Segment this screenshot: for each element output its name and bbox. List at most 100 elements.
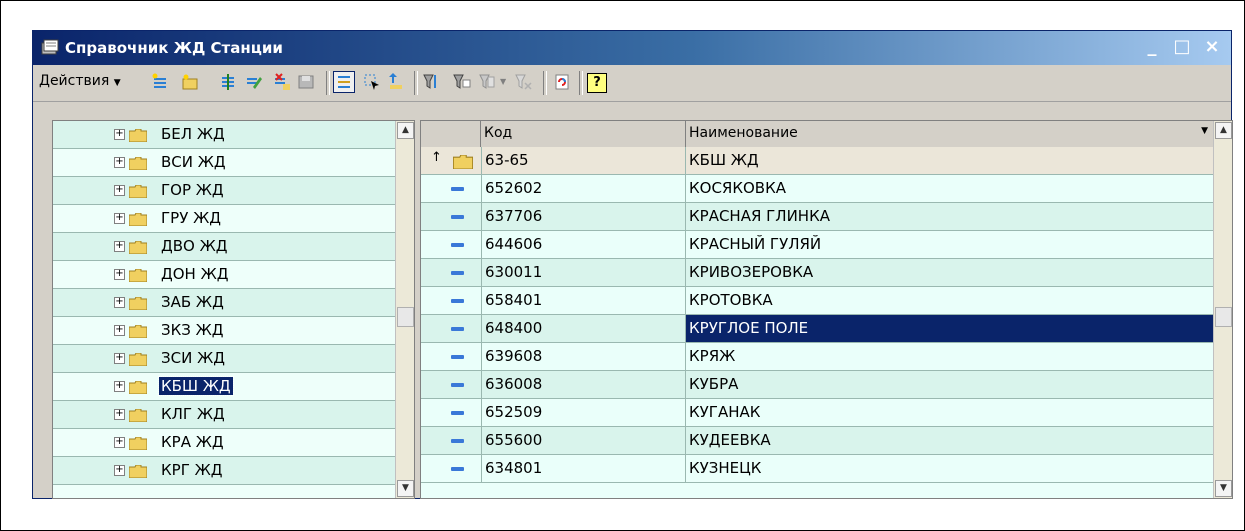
element-icon — [451, 467, 464, 471]
filter-history-button[interactable] — [477, 71, 499, 93]
table-row[interactable]: 644606 КРАСНЫЙ ГУЛЯЙ — [421, 231, 1216, 259]
row-icon-cell — [421, 203, 481, 230]
name-cell: КБШ ЖД — [689, 151, 759, 169]
scroll-down-button[interactable]: ▼ — [1215, 480, 1232, 497]
tree-item[interactable]: + КБШ ЖД — [53, 373, 395, 401]
tree-item-label: КРА ЖД — [161, 433, 224, 451]
name-cell: КУБРА — [689, 375, 739, 393]
scroll-up-button[interactable]: ▲ — [1215, 122, 1232, 139]
expand-icon[interactable]: + — [114, 185, 125, 196]
icon-column-header[interactable] — [421, 121, 481, 147]
tree-item[interactable]: + ДВО ЖД — [53, 233, 395, 261]
chevron-down-icon: ▼ — [500, 77, 507, 86]
row-icon-cell — [421, 371, 481, 398]
title-bar[interactable]: Справочник ЖД Станции _ □ × — [33, 31, 1231, 65]
code-column-header[interactable]: Код — [481, 121, 686, 147]
element-icon — [451, 187, 464, 191]
tree-item-label: ГОР ЖД — [161, 181, 224, 199]
post-button[interactable] — [295, 71, 317, 93]
expand-icon[interactable]: + — [114, 241, 125, 252]
toolbar-separator — [414, 71, 418, 95]
mark-delete-button[interactable] — [271, 71, 293, 93]
sort-down-icon: ▼ — [1201, 126, 1208, 136]
actions-label: Действия — [39, 73, 110, 89]
expand-icon[interactable]: + — [114, 381, 125, 392]
level-up-icon — [389, 73, 402, 89]
folder-icon — [129, 129, 147, 142]
tree-item[interactable]: + ВСИ ЖД — [53, 149, 395, 177]
tree-item[interactable]: + ЗАБ ЖД — [53, 289, 395, 317]
row-icon-cell — [421, 315, 481, 342]
add-element-icon — [152, 73, 166, 88]
table-row[interactable]: 652509 КУГАНАК — [421, 399, 1216, 427]
table-row[interactable]: 634801 КУЗНЕЦК — [421, 455, 1216, 483]
element-icon — [451, 327, 464, 331]
add-group-button[interactable] — [179, 71, 201, 93]
clear-filter-button[interactable] — [513, 71, 535, 93]
refresh-button[interactable] — [551, 71, 573, 93]
element-icon — [451, 243, 464, 247]
filter-value-icon — [453, 74, 471, 89]
table-row[interactable]: 637706 КРАСНАЯ ГЛИНКА — [421, 203, 1216, 231]
tree-item[interactable]: + ЗКЗ ЖД — [53, 317, 395, 345]
expand-icon[interactable]: + — [114, 437, 125, 448]
minimize-button[interactable]: _ — [1143, 36, 1161, 57]
maximize-button[interactable]: □ — [1173, 36, 1191, 57]
hierarchy-icon — [338, 76, 350, 88]
folder-icon — [129, 297, 147, 310]
table-scrollbar[interactable]: ▲ ▼ — [1213, 121, 1232, 498]
table-row[interactable]: 658401 КРОТОВКА — [421, 287, 1216, 315]
select-button[interactable] — [361, 71, 383, 93]
code-cell: 655600 — [481, 427, 686, 454]
scroll-up-button[interactable]: ▲ — [397, 122, 414, 139]
folder-icon — [129, 325, 147, 338]
close-button[interactable]: × — [1203, 36, 1221, 57]
scroll-down-button[interactable]: ▼ — [397, 480, 414, 497]
expand-icon[interactable]: + — [114, 129, 125, 140]
expand-icon[interactable]: + — [114, 465, 125, 476]
copy-element-icon — [222, 74, 234, 90]
code-cell: 639608 — [481, 343, 686, 370]
table-row[interactable]: 648400 КРУГЛОЕ ПОЛЕ — [421, 315, 1216, 343]
code-cell: 634801 — [481, 455, 686, 482]
table-row[interactable]: 655600 КУДЕЕВКА — [421, 427, 1216, 455]
edit-button[interactable] — [243, 71, 265, 93]
name-column-header[interactable]: Наименование ▼ — [686, 121, 1216, 147]
tree-item[interactable]: + КЛГ ЖД — [53, 401, 395, 429]
row-icon-cell — [421, 231, 481, 258]
parent-group-row[interactable]: ↑ 63-65 КБШ ЖД — [421, 147, 1216, 175]
tree-item[interactable]: + БЕЛ ЖД — [53, 121, 395, 149]
table-row[interactable]: 636008 КУБРА — [421, 371, 1216, 399]
table-row[interactable]: 652602 КОСЯКОВКА — [421, 175, 1216, 203]
window-title: Справочник ЖД Станции — [65, 39, 283, 57]
add-element-button[interactable] — [149, 71, 171, 93]
edit-icon — [247, 77, 262, 89]
scroll-thumb[interactable] — [1215, 307, 1232, 327]
hierarchy-button[interactable] — [333, 71, 355, 93]
table-row[interactable]: 639608 КРЯЖ — [421, 343, 1216, 371]
expand-icon[interactable]: + — [114, 353, 125, 364]
tree-item[interactable]: + ГРУ ЖД — [53, 205, 395, 233]
help-button[interactable]: ? — [587, 73, 607, 93]
expand-icon[interactable]: + — [114, 157, 125, 168]
level-up-button[interactable] — [385, 71, 407, 93]
copy-button[interactable] — [217, 71, 239, 93]
expand-icon[interactable]: + — [114, 269, 125, 280]
tree-item[interactable]: + КРА ЖД — [53, 429, 395, 457]
tree-item[interactable]: + ГОР ЖД — [53, 177, 395, 205]
scroll-thumb[interactable] — [397, 307, 414, 327]
filter-button[interactable] — [421, 71, 443, 93]
tree-item[interactable]: + ДОН ЖД — [53, 261, 395, 289]
tree-item[interactable]: + КРГ ЖД — [53, 457, 395, 485]
actions-menu[interactable]: Действия ▼ — [39, 73, 121, 89]
expand-icon[interactable]: + — [114, 409, 125, 420]
expand-icon[interactable]: + — [114, 213, 125, 224]
expand-icon[interactable]: + — [114, 297, 125, 308]
tree-item[interactable]: + ЗСИ ЖД — [53, 345, 395, 373]
folder-icon — [129, 409, 147, 422]
code-cell: 644606 — [481, 231, 686, 258]
expand-icon[interactable]: + — [114, 325, 125, 336]
tree-scrollbar[interactable]: ▲ ▼ — [395, 121, 414, 498]
table-row[interactable]: 630011 КРИВОЗЕРОВКА — [421, 259, 1216, 287]
filter-by-value-button[interactable] — [451, 71, 473, 93]
